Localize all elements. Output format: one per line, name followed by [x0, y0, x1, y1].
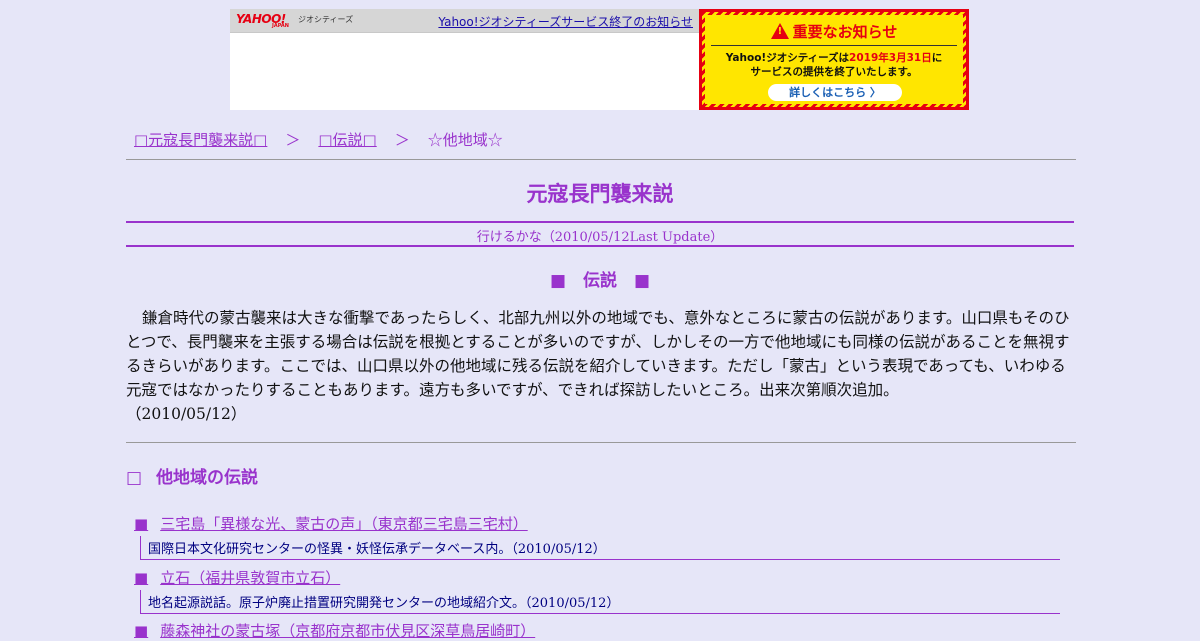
breadcrumb-legend[interactable]: □伝説□ — [318, 131, 376, 149]
bullet-icon: ■ — [134, 569, 149, 587]
notice-title-text: 重要なお知らせ — [792, 23, 898, 41]
geocities-banner: YAHOO! JAPAN ジオシティーズ Yahoo!ジオシティーズサービス終了… — [230, 9, 969, 110]
title-rule-top — [126, 221, 1074, 223]
breadcrumb-home[interactable]: □元寇長門襲来説□ — [134, 131, 267, 149]
entry-title: 藤森神社の蒙古塚（京都府京都市伏見区深草鳥居崎町） — [160, 622, 536, 640]
entry-date: （2010/05/12） — [511, 542, 606, 557]
breadcrumb-current: ☆他地域☆ — [427, 131, 503, 149]
divider — [126, 442, 1076, 443]
important-notice-ad[interactable]: 重要なお知らせ Yahoo!ジオシティーズは2019年3月31日にサービスの提供… — [699, 9, 969, 110]
banner-ad-area: YAHOO! JAPAN ジオシティーズ Yahoo!ジオシティーズサービス終了… — [230, 9, 699, 110]
last-update: 行けるかな（2010/05/12Last Update） — [476, 230, 724, 245]
notice-divider — [711, 45, 957, 46]
entry-desc-text: 国際日本文化研究センターの怪異・妖怪伝承データベース内。 — [148, 542, 512, 557]
entry-description: 国際日本文化研究センターの怪異・妖怪伝承データベース内。（2010/05/12） — [140, 536, 1060, 560]
sub-heading-text: 他地域の伝説 — [156, 468, 259, 488]
breadcrumb-separator: ＞ — [285, 131, 301, 149]
notice-title: 重要なお知らせ — [705, 21, 963, 42]
warning-icon — [770, 23, 789, 39]
section-heading: ■ 伝説 ■ — [549, 271, 651, 291]
divider — [126, 159, 1076, 160]
entry-desc-text: 地名起源説話。原子炉廃止措置研究開発センターの地域紹介文。 — [148, 596, 526, 611]
intro-date: （2010/05/12） — [126, 405, 247, 423]
intro-text: 鎌倉時代の蒙古襲来は大きな衝撃であったらしく、北部九州以外の地域でも、意外なとこ… — [126, 309, 1070, 399]
notice-body: Yahoo!ジオシティーズは2019年3月31日にサービスの提供を終了いたします… — [705, 51, 963, 79]
entry-link-tateishi[interactable]: ■ 立石（福井県敦賀市立石） — [134, 567, 340, 588]
bullet-icon: ■ — [134, 515, 149, 533]
bullet-icon: ■ — [134, 622, 149, 640]
notice-body-prefix: Yahoo!ジオシティーズは — [725, 52, 850, 64]
entry-link-miyakejima[interactable]: ■ 三宅島「異様な光、蒙古の声」（東京都三宅島三宅村） — [134, 513, 528, 534]
notice-body-line2: サービスの提供を終了いたします。 — [750, 66, 918, 78]
notice-inner: 重要なお知らせ Yahoo!ジオシティーズは2019年3月31日にサービスの提供… — [705, 15, 963, 104]
details-button[interactable]: 詳しくはこちら 〉 — [768, 84, 902, 101]
geocities-label: ジオシティーズ — [298, 15, 354, 24]
banner-bar: YAHOO! JAPAN ジオシティーズ Yahoo!ジオシティーズサービス終了… — [230, 9, 699, 33]
notice-date: 2019年3月31日 — [849, 52, 932, 64]
service-end-link[interactable]: Yahoo!ジオシティーズサービス終了のお知らせ — [438, 13, 693, 30]
entry-link-fujinomori[interactable]: ■ 藤森神社の蒙古塚（京都府京都市伏見区深草鳥居崎町） — [134, 620, 535, 641]
notice-body-mid: に — [931, 52, 943, 64]
list-item: ■ 三宅島「異様な光、蒙古の声」（東京都三宅島三宅村） 国際日本文化研究センターの… — [134, 513, 1060, 560]
yahoo-logo-sub: JAPAN — [272, 23, 289, 29]
title-rule-bottom — [126, 245, 1074, 247]
breadcrumb: □元寇長門襲来説□ ＞ □伝説□ ＞ ☆他地域☆ — [134, 129, 503, 150]
list-item: ■ 藤森神社の蒙古塚（京都府京都市伏見区深草鳥居崎町） — [134, 620, 1060, 641]
breadcrumb-separator: ＞ — [394, 131, 410, 149]
sub-heading: □ 他地域の伝説 — [126, 463, 258, 488]
entry-description: 地名起源説話。原子炉廃止措置研究開発センターの地域紹介文。（2010/05/12… — [140, 590, 1060, 614]
page-title: 元寇長門襲来説 — [526, 181, 674, 206]
list-item: ■ 立石（福井県敦賀市立石） 地名起源説話。原子炉廃止措置研究開発センターの地域紹… — [134, 567, 1060, 614]
sub-heading-mark: □ — [126, 468, 143, 488]
entry-date: （2010/05/12） — [525, 596, 620, 611]
intro-paragraph: 鎌倉時代の蒙古襲来は大きな衝撃であったらしく、北部九州以外の地域でも、意外なとこ… — [126, 306, 1076, 426]
entry-title: 三宅島「異様な光、蒙古の声」（東京都三宅島三宅村） — [160, 515, 528, 533]
entry-title: 立石（福井県敦賀市立石） — [160, 569, 341, 587]
